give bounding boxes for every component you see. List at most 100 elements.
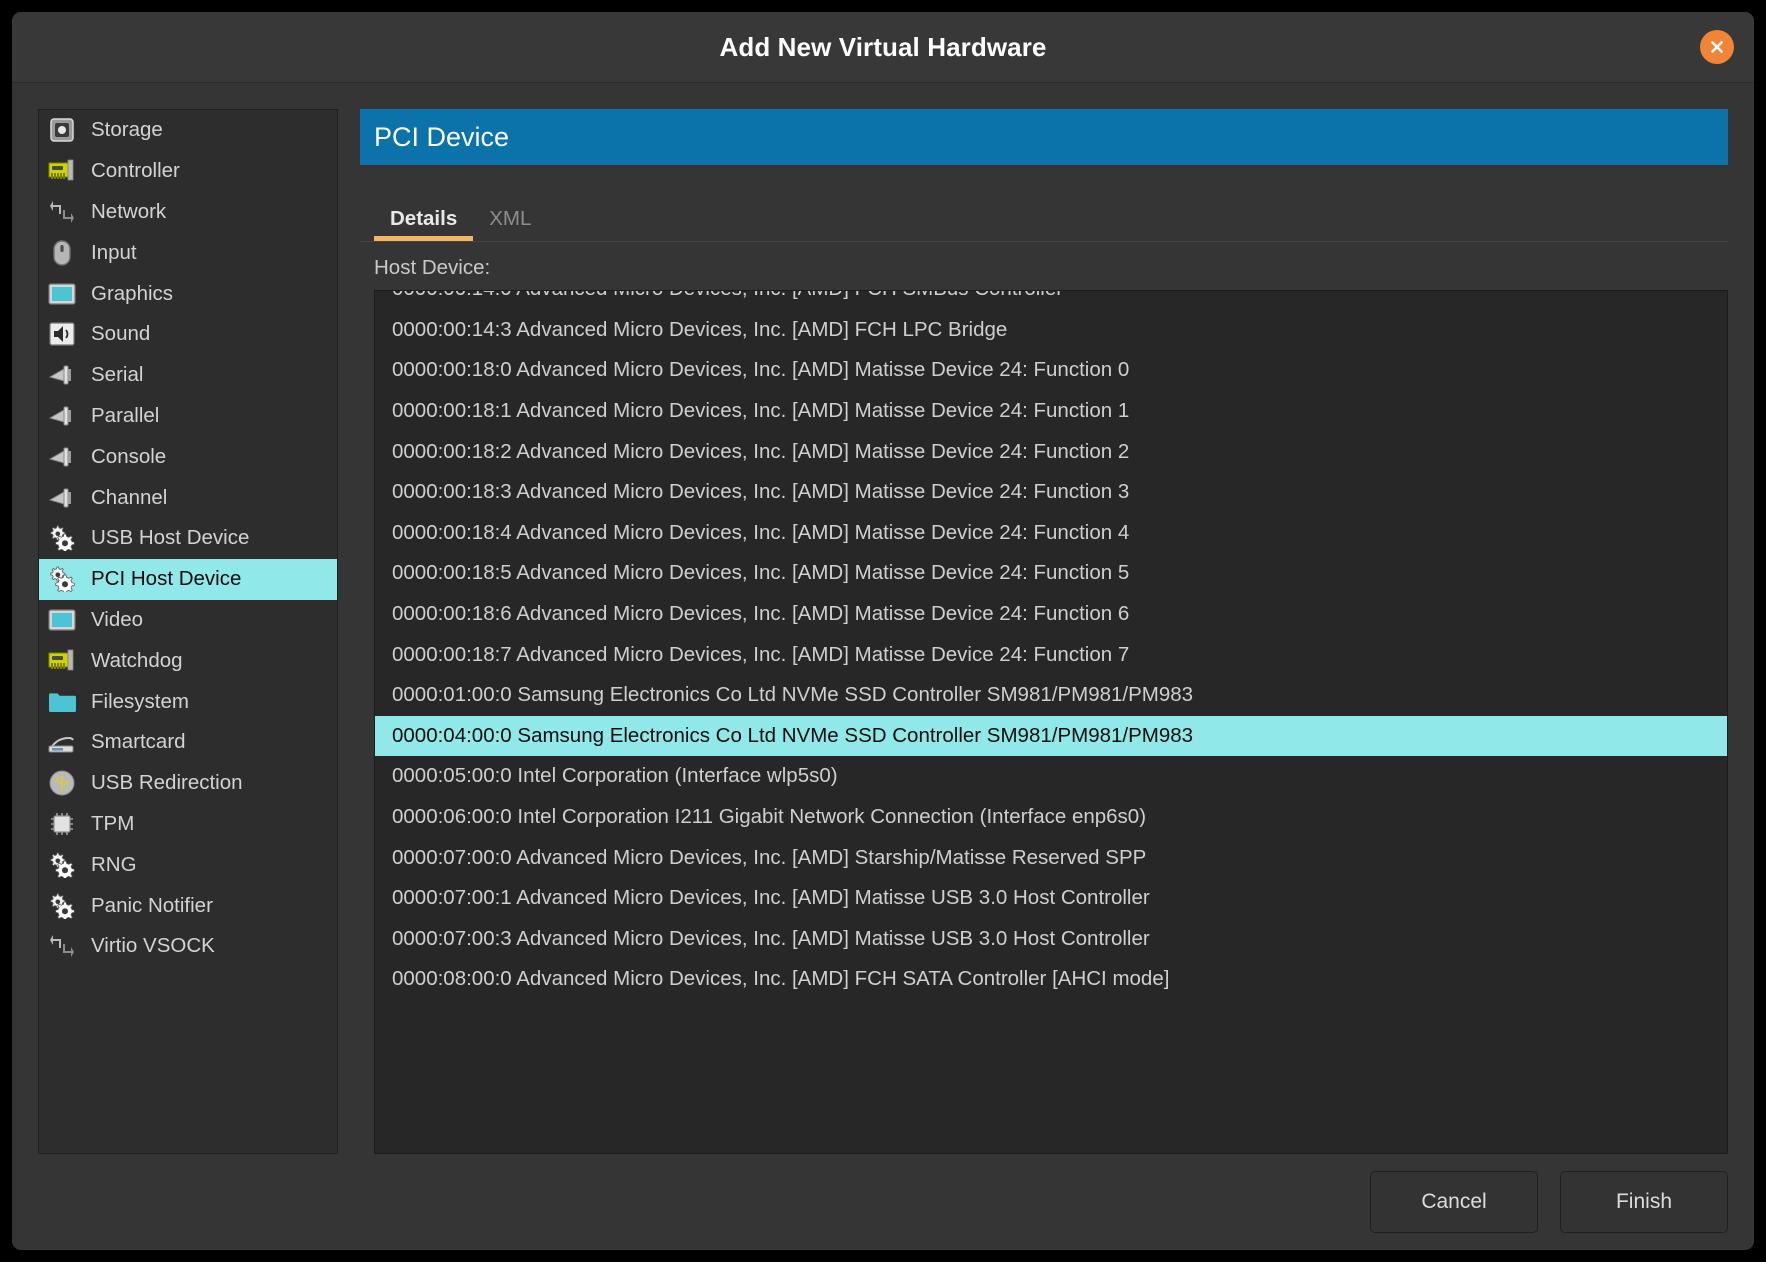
dialog-titlebar: Add New Virtual Hardware	[12, 12, 1754, 83]
usb-icon	[47, 769, 77, 797]
chip-icon	[47, 810, 77, 838]
sidebar-item-tpm[interactable]: TPM	[39, 804, 337, 845]
gears-icon	[47, 892, 77, 920]
sidebar-item-label: Graphics	[91, 282, 173, 306]
tab-xml[interactable]: XML	[473, 207, 547, 241]
sidebar-item-label: RNG	[91, 853, 137, 877]
sidebar-item-video[interactable]: Video	[39, 600, 337, 641]
gears-icon	[47, 851, 77, 879]
device-row-selected[interactable]: 0000:04:00:0 Samsung Electronics Co Ltd …	[375, 716, 1727, 757]
device-row[interactable]: 0000:07:00:3 Advanced Micro Devices, Inc…	[375, 919, 1727, 960]
device-row[interactable]: 0000:00:18:7 Advanced Micro Devices, Inc…	[375, 634, 1727, 675]
sidebar-item-label: Filesystem	[91, 690, 189, 714]
host-device-label: Host Device:	[360, 242, 1728, 290]
dialog-body: Storage Controller Network Input Graphics Sou…	[12, 83, 1754, 1154]
sidebar-item-controller[interactable]: Controller	[39, 151, 337, 192]
finish-button[interactable]: Finish	[1560, 1171, 1728, 1233]
page-title: PCI Device	[374, 122, 509, 153]
sidebar-item-label: USB Redirection	[91, 771, 243, 795]
sidebar-item-label: TPM	[91, 812, 134, 836]
device-row[interactable]: 0000:00:18:3 Advanced Micro Devices, Inc…	[375, 472, 1727, 513]
device-row[interactable]: 0000:01:00:0 Samsung Electronics Co Ltd …	[375, 675, 1727, 716]
gears-icon	[47, 524, 77, 552]
sidebar-item-sound[interactable]: Sound	[39, 314, 337, 355]
folder-icon	[47, 688, 77, 716]
sidebar-item-smartcard[interactable]: Smartcard	[39, 722, 337, 763]
sidebar-item-label: Parallel	[91, 404, 159, 428]
hardware-category-list[interactable]: Storage Controller Network Input Graphics Sou…	[38, 109, 338, 1154]
cancel-button[interactable]: Cancel	[1370, 1171, 1538, 1233]
sidebar-item-label: Virtio VSOCK	[91, 934, 215, 958]
sidebar-item-label: Storage	[91, 118, 163, 142]
device-row[interactable]: 0000:00:18:4 Advanced Micro Devices, Inc…	[375, 513, 1727, 554]
sidebar-item-parallel[interactable]: Parallel	[39, 396, 337, 437]
tab-strip[interactable]: DetailsXML	[360, 185, 1728, 241]
display-icon	[47, 606, 77, 634]
controller-card-icon	[47, 157, 77, 185]
sidebar-item-label: Controller	[91, 159, 180, 183]
close-icon[interactable]	[1700, 30, 1734, 64]
tabs-container: DetailsXML	[360, 185, 1728, 242]
mouse-input-icon	[47, 239, 77, 267]
sidebar-item-graphics[interactable]: Graphics	[39, 273, 337, 314]
console-port-icon	[47, 443, 77, 471]
panel-header: PCI Device	[360, 109, 1728, 165]
sidebar-item-label: Input	[91, 241, 137, 265]
smartcard-icon	[47, 728, 77, 756]
device-row[interactable]: 0000:00:18:5 Advanced Micro Devices, Inc…	[375, 553, 1727, 594]
network-icon	[47, 932, 77, 960]
dialog-title: Add New Virtual Hardware	[719, 32, 1046, 63]
device-detail-panel: PCI Device DetailsXML Host Device: 0000:…	[360, 109, 1728, 1154]
controller-card-icon	[47, 647, 77, 675]
sidebar-item-label: Sound	[91, 322, 150, 346]
tab-details[interactable]: Details	[374, 207, 473, 241]
sidebar-item-network[interactable]: Network	[39, 192, 337, 233]
sidebar-item-panic-notifier[interactable]: Panic Notifier	[39, 885, 337, 926]
sidebar-item-label: Network	[91, 200, 166, 224]
tab-divider	[360, 241, 1728, 242]
sidebar-item-storage[interactable]: Storage	[39, 110, 337, 151]
device-row[interactable]: 0000:08:00:0 Advanced Micro Devices, Inc…	[375, 959, 1727, 1000]
speaker-icon	[47, 320, 77, 348]
display-icon	[47, 280, 77, 308]
device-row[interactable]: 0000:00:14:0 Advanced Micro Devices, Inc…	[375, 290, 1727, 310]
sidebar-item-label: Channel	[91, 486, 167, 510]
sidebar-item-watchdog[interactable]: Watchdog	[39, 640, 337, 681]
device-row[interactable]: 0000:00:14:3 Advanced Micro Devices, Inc…	[375, 310, 1727, 351]
sidebar-item-usb-host-device[interactable]: USB Host Device	[39, 518, 337, 559]
device-row[interactable]: 0000:00:18:2 Advanced Micro Devices, Inc…	[375, 431, 1727, 472]
device-row[interactable]: 0000:06:00:0 Intel Corporation I211 Giga…	[375, 797, 1727, 838]
sidebar-item-usb-redirection[interactable]: USB Redirection	[39, 763, 337, 804]
network-icon	[47, 198, 77, 226]
sidebar-item-label: Smartcard	[91, 730, 186, 754]
dialog-footer: Cancel Finish	[12, 1154, 1754, 1250]
sidebar-item-console[interactable]: Console	[39, 436, 337, 477]
sidebar-item-filesystem[interactable]: Filesystem	[39, 681, 337, 722]
gears-icon	[47, 565, 77, 593]
device-row[interactable]: 0000:00:18:1 Advanced Micro Devices, Inc…	[375, 391, 1727, 432]
sidebar-item-input[interactable]: Input	[39, 232, 337, 273]
sidebar-item-channel[interactable]: Channel	[39, 477, 337, 518]
device-row[interactable]: 0000:07:00:1 Advanced Micro Devices, Inc…	[375, 878, 1727, 919]
sidebar-item-label: PCI Host Device	[91, 567, 241, 591]
sidebar-item-rng[interactable]: RNG	[39, 844, 337, 885]
storage-icon	[47, 116, 77, 144]
device-row[interactable]: 0000:07:00:0 Advanced Micro Devices, Inc…	[375, 837, 1727, 878]
host-device-list[interactable]: 0000:00:14:0 Advanced Micro Devices, Inc…	[374, 290, 1728, 1154]
sidebar-item-label: Panic Notifier	[91, 894, 213, 918]
sidebar-item-pci-host-device[interactable]: PCI Host Device	[39, 559, 337, 600]
sidebar-item-virtio-vsock[interactable]: Virtio VSOCK	[39, 926, 337, 967]
sidebar-item-serial[interactable]: Serial	[39, 355, 337, 396]
channel-port-icon	[47, 484, 77, 512]
parallel-port-icon	[47, 402, 77, 430]
device-row[interactable]: 0000:00:18:0 Advanced Micro Devices, Inc…	[375, 350, 1727, 391]
serial-port-icon	[47, 361, 77, 389]
device-row[interactable]: 0000:00:18:6 Advanced Micro Devices, Inc…	[375, 594, 1727, 635]
sidebar-item-label: Video	[91, 608, 143, 632]
device-row[interactable]: 0000:05:00:0 Intel Corporation (Interfac…	[375, 756, 1727, 797]
add-hardware-dialog: Add New Virtual Hardware Storage Controll…	[12, 12, 1754, 1250]
sidebar-item-label: Console	[91, 445, 166, 469]
sidebar-item-label: Serial	[91, 363, 143, 387]
sidebar-item-label: USB Host Device	[91, 526, 249, 550]
sidebar-item-label: Watchdog	[91, 649, 183, 673]
